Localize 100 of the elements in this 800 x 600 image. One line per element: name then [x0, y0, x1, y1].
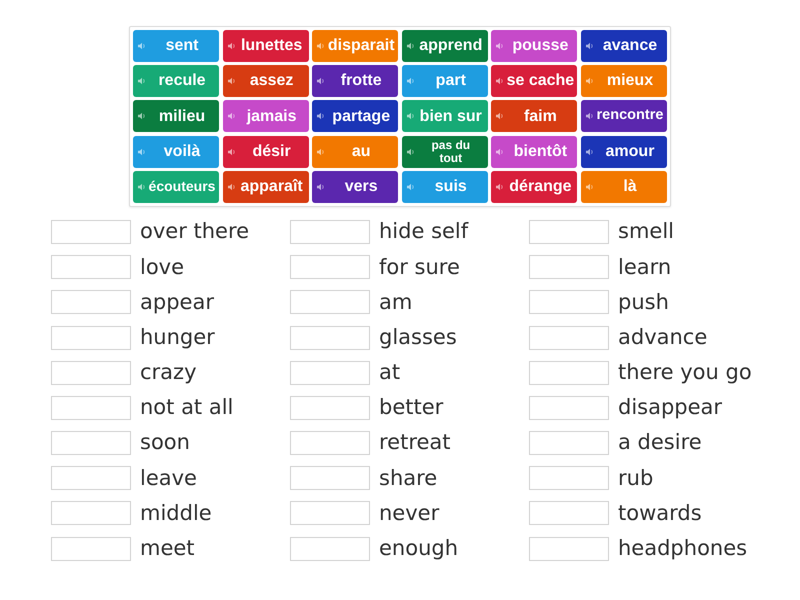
answer-box[interactable] — [290, 466, 370, 490]
answer-label: towards — [618, 500, 702, 526]
speaker-icon — [586, 42, 594, 50]
answer-label: enough — [379, 536, 458, 562]
speaker-icon — [228, 148, 236, 156]
word-tile[interactable]: jamais — [222, 100, 309, 132]
answer-box[interactable] — [529, 536, 609, 561]
answer-box[interactable] — [290, 360, 370, 385]
answer-box[interactable] — [529, 255, 609, 280]
word-tile[interactable]: suis — [402, 170, 488, 203]
answer-label: for sure — [379, 254, 460, 280]
answer-box[interactable] — [51, 501, 131, 526]
answer-box[interactable] — [51, 396, 131, 420]
speaker-icon — [406, 148, 415, 156]
answer-label: rub — [618, 466, 654, 491]
word-tile[interactable]: écouteurs — [133, 170, 220, 203]
answer-label: middle — [140, 500, 212, 526]
speaker-icon — [228, 182, 236, 191]
answer-label: smell — [618, 219, 674, 245]
answer-box[interactable] — [51, 466, 131, 490]
answer-box[interactable] — [529, 501, 609, 526]
word-tile[interactable]: amour — [580, 136, 667, 168]
answer-label: hunger — [140, 324, 215, 350]
word-tile[interactable]: apparaît — [222, 170, 309, 203]
word-tile[interactable]: recule — [133, 65, 220, 98]
answer-box[interactable] — [290, 501, 370, 526]
word-tile[interactable]: se cache — [491, 65, 578, 98]
word-tile[interactable]: part — [402, 65, 488, 98]
answer-box[interactable] — [529, 466, 609, 490]
answer-box[interactable] — [290, 255, 370, 280]
answer-box[interactable] — [529, 290, 609, 314]
speaker-icon — [496, 112, 504, 120]
speaker-icon — [406, 77, 415, 86]
answer-box[interactable] — [290, 536, 370, 561]
speaker-icon — [586, 77, 594, 86]
answer-label: glasses — [379, 324, 457, 350]
answer-box[interactable] — [529, 396, 609, 420]
speaker-icon — [586, 148, 594, 156]
speaker-icon — [496, 77, 504, 86]
answer-box[interactable] — [290, 290, 370, 314]
speaker-icon — [138, 182, 146, 191]
word-tile[interactable]: pousse — [491, 30, 578, 62]
word-tile[interactable]: bien sur — [402, 100, 488, 132]
word-tile[interactable]: faim — [491, 100, 578, 132]
speaker-icon — [496, 148, 504, 156]
word-tile[interactable]: frotte — [312, 65, 398, 98]
answer-label: retreat — [379, 430, 451, 456]
speaker-icon — [138, 77, 146, 86]
speaker-icon — [406, 42, 415, 50]
answer-box[interactable] — [290, 431, 370, 456]
answer-box[interactable] — [290, 326, 370, 350]
word-tile[interactable]: mieux — [580, 65, 667, 98]
answer-label: disappear — [618, 395, 722, 420]
answer-label: leave — [140, 466, 197, 491]
answer-label: advance — [618, 324, 708, 350]
word-tile[interactable]: désir — [222, 136, 309, 168]
word-tile[interactable]: assez — [222, 65, 309, 98]
answer-box[interactable] — [51, 536, 131, 561]
answer-box[interactable] — [290, 220, 370, 244]
word-tile[interactable]: disparait — [312, 30, 398, 62]
answer-box[interactable] — [290, 396, 370, 420]
speaker-icon — [138, 42, 146, 50]
word-tile[interactable]: vers — [312, 170, 398, 203]
answer-box[interactable] — [529, 326, 609, 350]
answer-box[interactable] — [51, 326, 131, 350]
speaker-icon — [496, 42, 504, 50]
word-tile[interactable]: avance — [580, 30, 667, 62]
word-tile[interactable]: au — [312, 136, 398, 168]
speaker-icon — [317, 148, 326, 156]
answer-box[interactable] — [529, 220, 609, 244]
answer-box[interactable] — [51, 431, 131, 456]
answer-label: soon — [140, 430, 190, 456]
word-tile[interactable]: bientôt — [491, 136, 578, 168]
answer-box[interactable] — [51, 220, 131, 244]
speaker-icon — [317, 112, 326, 120]
answer-box[interactable] — [529, 360, 609, 385]
answer-label: never — [379, 500, 440, 526]
answer-box[interactable] — [51, 255, 131, 280]
word-tile[interactable]: dérange — [491, 170, 578, 203]
answer-label: crazy — [140, 360, 196, 386]
word-tile[interactable]: apprend — [402, 30, 488, 62]
word-tile[interactable]: voilà — [133, 136, 220, 168]
answer-box[interactable] — [51, 290, 131, 314]
answer-box[interactable] — [529, 431, 609, 456]
word-tile[interactable]: partage — [312, 100, 398, 132]
word-tile[interactable]: là — [580, 170, 667, 203]
speaker-icon — [228, 77, 236, 86]
word-tile[interactable]: milieu — [133, 100, 220, 132]
speaker-icon — [406, 182, 415, 191]
answer-label: over there — [140, 219, 250, 245]
word-tile[interactable]: sent — [133, 30, 220, 62]
word-tile[interactable]: rencontre — [580, 100, 667, 132]
answer-label: not at all — [140, 395, 234, 420]
answer-box[interactable] — [51, 360, 131, 385]
speaker-icon — [586, 182, 594, 191]
word-tile[interactable]: lunettes — [222, 30, 309, 62]
speaker-icon — [317, 77, 326, 86]
word-tile[interactable]: pas du tout — [402, 136, 488, 168]
speaker-icon — [406, 112, 415, 120]
answer-label: appear — [140, 290, 214, 315]
